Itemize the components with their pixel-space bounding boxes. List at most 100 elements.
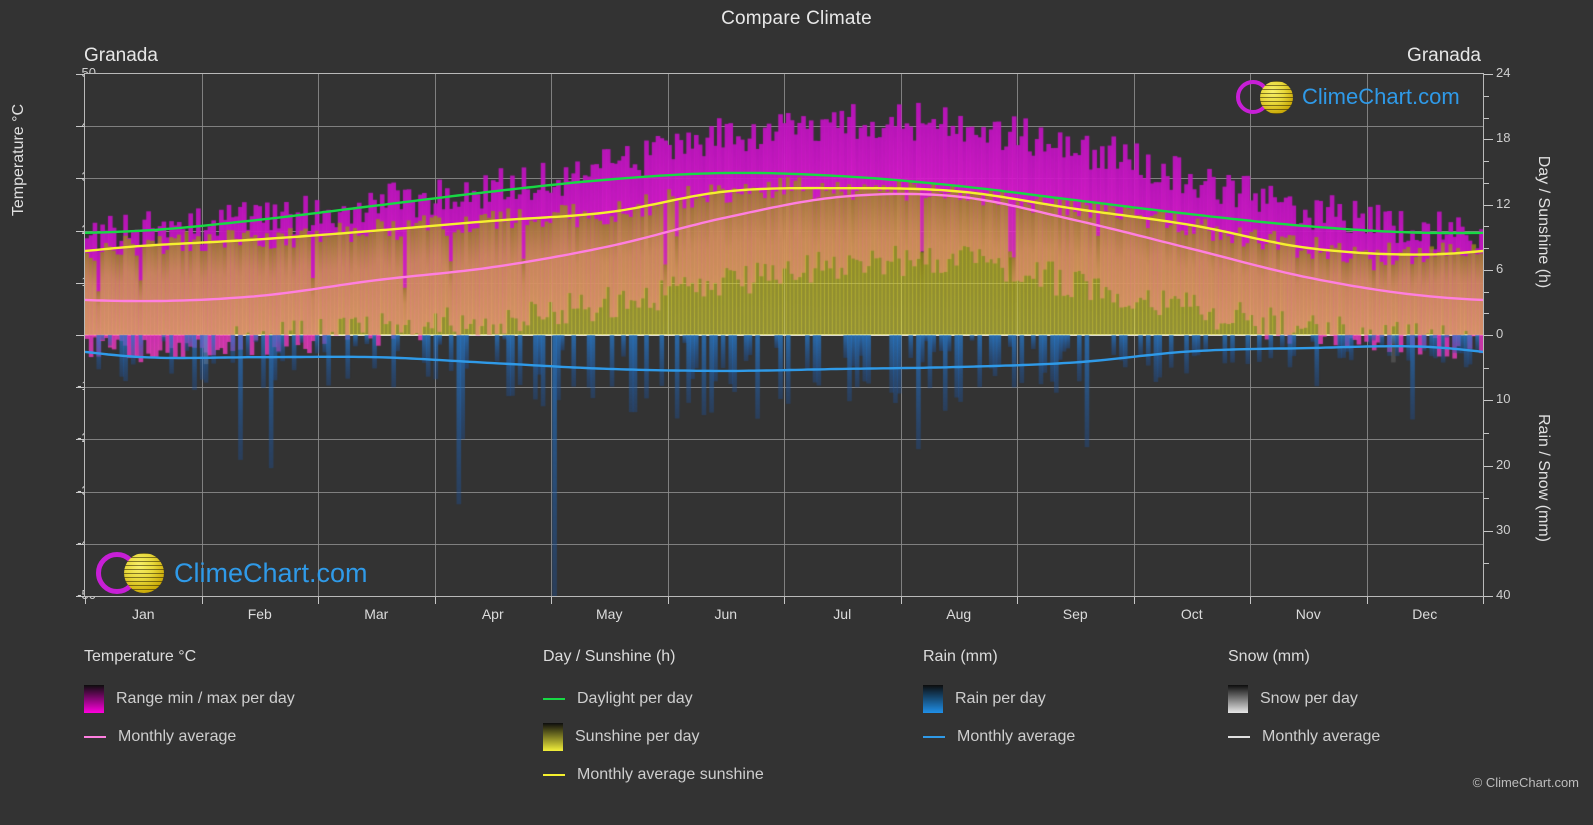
x-tick-nov: Nov	[1295, 606, 1321, 622]
x-tick-feb: Feb	[247, 606, 272, 622]
y-tick-mark-right	[1484, 269, 1493, 271]
legend-line-swatch	[84, 736, 106, 738]
legend-item[interactable]: Monthly average	[923, 718, 1075, 756]
x-tick-mark	[85, 597, 86, 604]
x-tick-apr: Apr	[481, 606, 504, 622]
curve-daylight	[85, 171, 1483, 235]
y-tick-right: 12	[1496, 195, 1511, 211]
x-tick-sep: Sep	[1062, 606, 1088, 622]
legend-group-rain-mm: Rain (mm) Rain per day Monthly average	[923, 648, 1075, 756]
climate-chart: Compare Climate Granada Granada Temperat…	[0, 0, 1593, 825]
legend-group-title: Rain (mm)	[923, 648, 998, 665]
legend-item[interactable]: Rain per day	[923, 680, 1075, 718]
legend-gradient-swatch	[923, 685, 943, 713]
page-title: Compare Climate	[721, 8, 872, 29]
legend-item[interactable]: Sunshine per day	[543, 718, 764, 756]
legend-item-label: Sunshine per day	[575, 728, 700, 745]
y-tick-mark-right	[1484, 117, 1489, 119]
y-tick-mark-right	[1484, 465, 1493, 467]
legend-group-title: Snow (mm)	[1228, 648, 1310, 665]
y-tick-mark-right	[1484, 182, 1489, 184]
legend-line-swatch	[543, 698, 565, 700]
y-tick-mark-right	[1484, 367, 1489, 369]
series-curves	[85, 171, 1483, 373]
x-tick-mark	[1250, 597, 1251, 604]
climechart-watermark-small: ClimeChart.com	[1236, 80, 1460, 114]
x-tick-may: May	[596, 606, 623, 622]
y-tick-mark-right	[1484, 226, 1489, 228]
y-tick-mark-left	[76, 491, 84, 493]
x-tick-mark	[784, 597, 785, 604]
y-tick-mark-left	[76, 74, 84, 75]
legend-item[interactable]: Range min / max per day	[84, 680, 295, 718]
x-tick-jul: Jul	[833, 606, 852, 622]
location-label-left: Granada	[84, 45, 158, 66]
location-label-right: Granada	[1407, 45, 1481, 66]
watermark-text: ClimeChart.com	[1302, 84, 1460, 109]
y-tick-mark-right	[1484, 161, 1489, 162]
legend-item-label: Range min / max per day	[116, 690, 295, 707]
y-tick-mark-left	[76, 282, 84, 284]
y-tick-mark-right	[1484, 248, 1489, 249]
legend-item-label: Snow per day	[1260, 690, 1358, 707]
climechart-watermark-large: ClimeChart.com	[96, 552, 368, 594]
y-tick-mark-left	[76, 335, 84, 336]
x-tick-dec: Dec	[1412, 606, 1438, 622]
y-tick-mark-right	[1484, 139, 1493, 141]
y-tick-right: 40	[1496, 587, 1511, 602]
plot-area	[84, 73, 1484, 597]
x-tick-mark	[1017, 597, 1018, 604]
curve-temperature-average	[85, 192, 1483, 303]
copyright-text: © ClimeChart.com	[1472, 775, 1579, 790]
y-tick-right: 24	[1496, 65, 1511, 80]
y-tick-mark-right	[1484, 563, 1489, 565]
legend-gradient-swatch	[1228, 685, 1248, 713]
legend-item[interactable]: Monthly average	[84, 718, 295, 756]
legend-item-label: Rain per day	[955, 690, 1046, 707]
legend-item-label: Monthly average	[1262, 728, 1381, 745]
legend-item-label: Daylight per day	[577, 690, 693, 707]
logo-globe-icon	[124, 553, 164, 593]
y-tick-mark-right	[1484, 498, 1489, 500]
legend-line-swatch	[923, 736, 945, 738]
y-tick-right: 10	[1496, 391, 1511, 407]
y-tick-mark-left	[76, 230, 84, 232]
x-tick-mark	[1483, 597, 1484, 604]
x-tick-mar: Mar	[364, 606, 389, 622]
y-tick-right: 6	[1496, 260, 1504, 276]
x-tick-aug: Aug	[946, 606, 972, 622]
x-tick-mark	[1366, 597, 1368, 604]
y-tick-mark-right	[1484, 204, 1493, 206]
legend-group-temperature-c: Temperature °C Range min / max per day Mon…	[84, 648, 295, 756]
legend-item[interactable]: Monthly average	[1228, 718, 1380, 756]
y-tick-mark-left	[76, 439, 84, 441]
y-tick-mark-right	[1484, 291, 1489, 293]
y-tick-mark-right	[1484, 335, 1493, 336]
curve-rain-average	[85, 345, 1483, 373]
y-tick-mark-left	[76, 543, 84, 545]
legend-line-swatch	[543, 774, 565, 776]
watermark-text: ClimeChart.com	[174, 557, 368, 588]
y-tick-mark-right	[1484, 432, 1489, 434]
x-tick-jan: Jan	[131, 606, 155, 622]
y-tick-right: 0	[1496, 326, 1504, 341]
y-tick-mark-right	[1484, 530, 1493, 532]
x-tick-mark	[667, 597, 669, 604]
legend-item-label: Monthly average	[957, 728, 1076, 745]
legend-gradient-swatch	[543, 723, 563, 751]
y-tick-right: 20	[1496, 456, 1511, 472]
legend-group-title: Temperature °C	[84, 648, 197, 665]
y-tick-right: 30	[1496, 521, 1511, 537]
y-axis-label-left: Temperature °C	[10, 103, 27, 217]
legend-item[interactable]: Daylight per day	[543, 680, 764, 718]
y-tick-mark-right	[1484, 313, 1489, 315]
logo-globe-icon	[1260, 80, 1293, 114]
y-tick-mark-right	[1484, 596, 1493, 597]
y-tick-mark-right	[1484, 400, 1493, 402]
legend-item[interactable]: Snow per day	[1228, 680, 1380, 718]
y-tick-mark-left	[76, 178, 84, 180]
x-tick-mark	[318, 597, 319, 604]
y-tick-mark-right	[1484, 74, 1493, 75]
y-tick-mark-left	[76, 126, 84, 128]
legend-item[interactable]: Monthly average sunshine	[543, 756, 764, 794]
